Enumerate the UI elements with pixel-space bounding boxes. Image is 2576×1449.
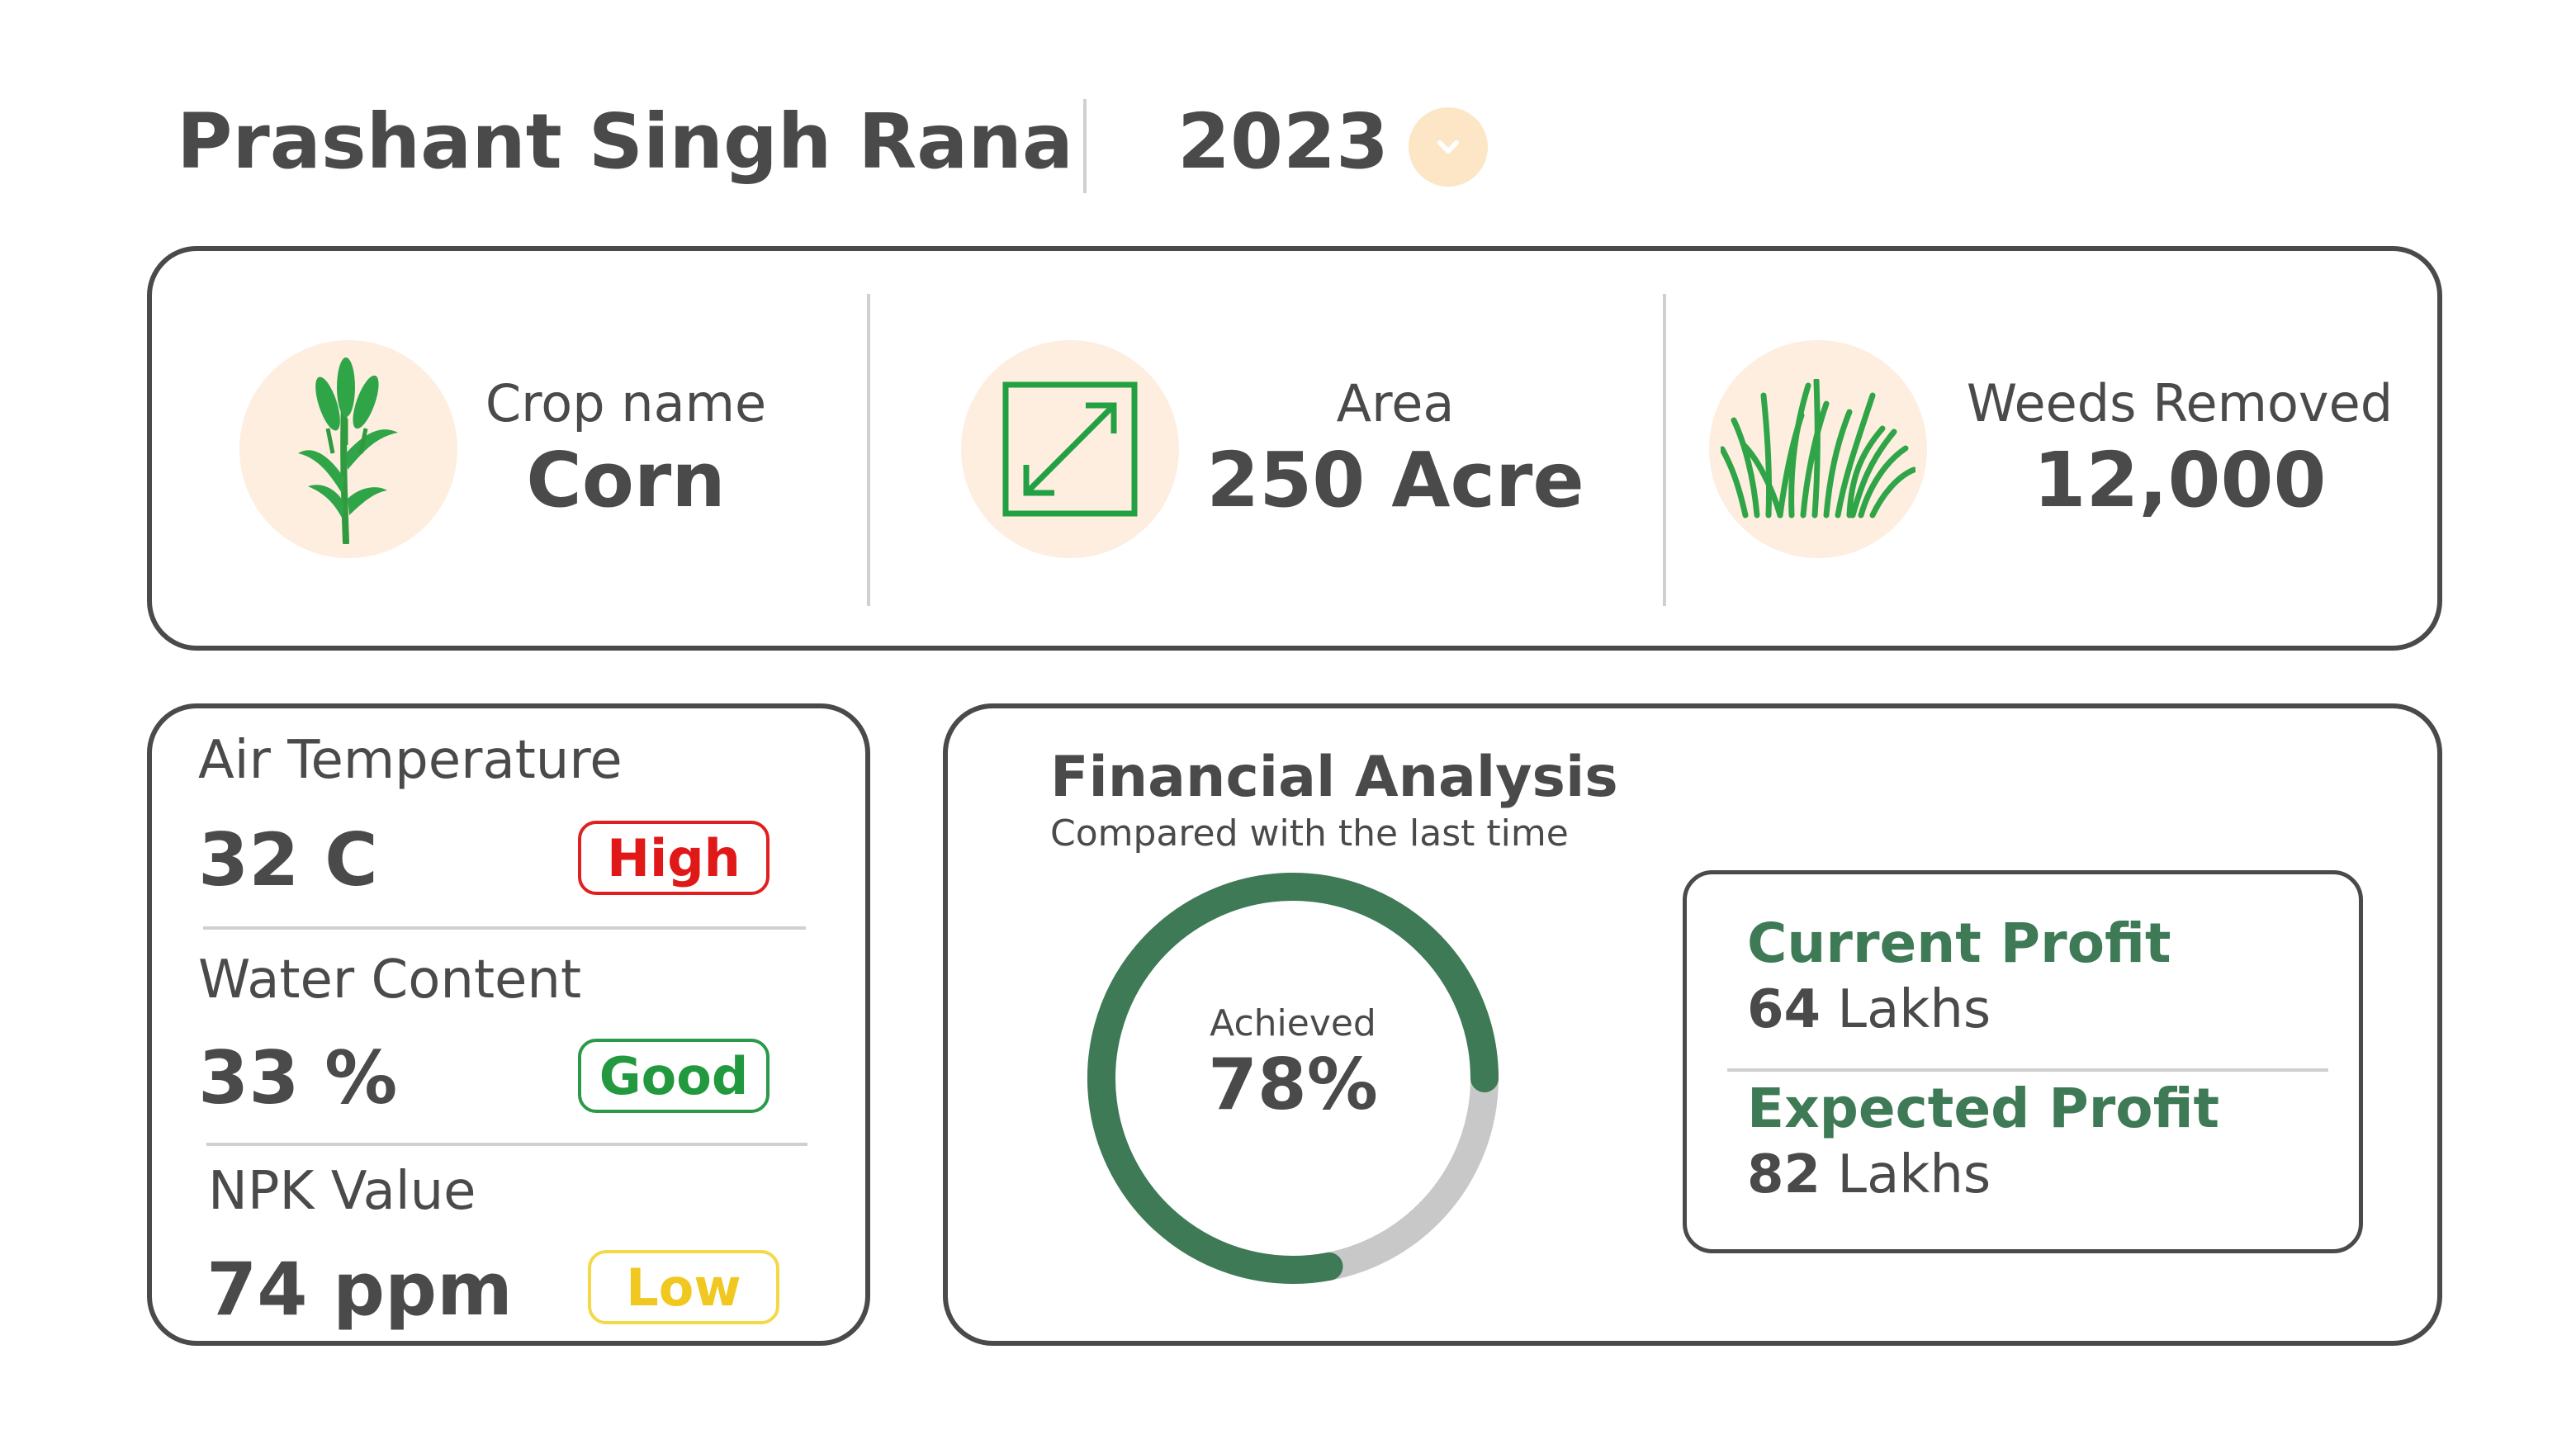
- year-selector-value[interactable]: 2023: [1177, 97, 1389, 186]
- summary-divider: [1663, 294, 1666, 606]
- profit-divider: [1727, 1068, 2328, 1072]
- npk-value-value: 74 ppm: [206, 1247, 513, 1332]
- financial-analysis-subtitle: Compared with the last time: [1050, 812, 1569, 855]
- crop-icon-circle: [239, 340, 457, 558]
- expected-profit-unit: Lakhs: [1837, 1144, 1991, 1205]
- summary-divider: [867, 294, 870, 606]
- env-divider: [206, 1143, 807, 1146]
- air-temperature-label: Air Temperature: [198, 730, 623, 791]
- weeds-icon-circle: [1709, 340, 1927, 558]
- financial-analysis-title: Financial Analysis: [1050, 745, 1618, 810]
- air-temperature-status-badge: High: [578, 821, 769, 895]
- npk-status-badge: Low: [588, 1250, 779, 1324]
- current-profit-unit: Lakhs: [1837, 979, 1991, 1040]
- achieved-value: 78%: [1208, 1044, 1378, 1126]
- current-profit-label: Current Profit: [1747, 912, 2171, 975]
- area-value: 250 Acre: [1206, 436, 1584, 524]
- grass-icon: [1721, 379, 1915, 519]
- water-content-value: 33 %: [198, 1035, 398, 1120]
- current-profit-amount: 64: [1747, 979, 1821, 1040]
- crop-name-value: Corn: [526, 436, 726, 524]
- water-content-label: Water Content: [198, 949, 582, 1011]
- crop-name-label: Crop name: [485, 373, 767, 433]
- chevron-down-icon: [1437, 140, 1459, 154]
- npk-value-label: NPK Value: [208, 1161, 476, 1222]
- expand-diagonal-icon: [1002, 381, 1138, 517]
- weeds-removed-value: 12,000: [2033, 436, 2327, 524]
- weeds-removed-label: Weeds Removed: [1966, 373, 2394, 433]
- air-temperature-value: 32 C: [198, 817, 378, 902]
- expected-profit-amount: 82: [1747, 1144, 1821, 1205]
- area-icon-circle: [961, 340, 1179, 558]
- farmer-name: Prashant Singh Rana: [177, 97, 1073, 186]
- expected-profit-label: Expected Profit: [1747, 1077, 2220, 1140]
- crop-plant-icon: [298, 358, 398, 544]
- year-dropdown-button[interactable]: [1409, 107, 1488, 187]
- current-profit-value: 64 Lakhs: [1747, 979, 1991, 1040]
- expected-profit-value: 82 Lakhs: [1747, 1144, 1991, 1205]
- header-divider: [1083, 99, 1087, 193]
- env-divider: [203, 926, 806, 930]
- water-content-status-badge: Good: [578, 1039, 769, 1113]
- achieved-label: Achieved: [1210, 1002, 1376, 1044]
- area-label: Area: [1336, 373, 1455, 433]
